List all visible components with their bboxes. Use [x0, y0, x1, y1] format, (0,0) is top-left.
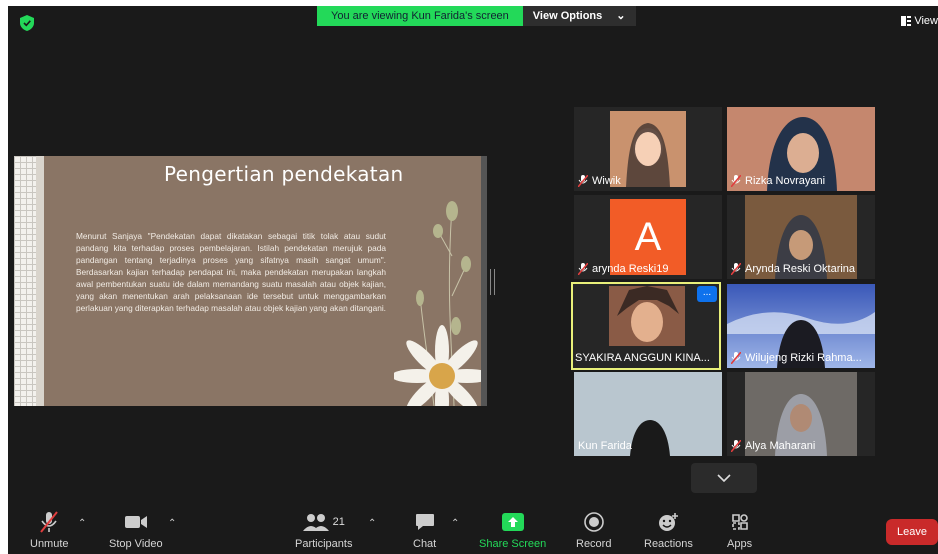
chat-button[interactable]: Chat — [413, 510, 436, 550]
view-options-label: View Options — [532, 10, 603, 22]
zoom-meeting-window: You are viewing Kun Farida's screen View… — [8, 6, 938, 554]
participant-name-label: arynda Reski19 — [578, 263, 668, 275]
leave-button[interactable]: Leave — [886, 519, 938, 545]
screen-share-banner: You are viewing Kun Farida's screen View… — [317, 6, 636, 26]
participant-name-label: Wilujeng Rizki Rahma... — [731, 352, 862, 364]
chevron-down-icon: ⌄ — [616, 10, 626, 22]
participants-button[interactable]: 21 Participants — [295, 510, 352, 550]
participant-tile[interactable]: Arynda Reski Oktarina — [727, 195, 875, 279]
view-button[interactable]: View — [901, 15, 938, 27]
view-options-button[interactable]: View Options ⌄ — [522, 6, 636, 26]
view-button-label: View — [914, 15, 938, 27]
gallery-next-page-button[interactable] — [691, 463, 757, 493]
participant-name: Alya Maharani — [745, 440, 816, 452]
chat-bubble-icon — [415, 514, 434, 530]
shared-screen-slide: Pengertian pendekatan Menurut Sanjaya "P… — [14, 156, 487, 406]
participants-count: 21 — [332, 516, 345, 528]
record-label: Record — [576, 538, 612, 550]
participant-tile[interactable]: Alya Maharani — [727, 372, 875, 456]
participant-name-label: Alya Maharani — [731, 440, 815, 452]
muted-mic-icon — [578, 175, 588, 187]
unmute-label: Unmute — [30, 538, 69, 550]
unmute-button[interactable]: Unmute — [30, 510, 69, 550]
security-shield-icon[interactable] — [20, 15, 34, 31]
slide-edge-bar — [481, 156, 487, 406]
participant-name: Wilujeng Rizki Rahma... — [745, 352, 862, 364]
participant-tile-active-speaker[interactable]: ... SYAKIRA ANGGUN KINA... — [571, 282, 721, 370]
muted-mic-icon — [731, 440, 741, 452]
viewing-screen-label: You are viewing Kun Farida's screen — [317, 6, 523, 26]
muted-mic-icon — [731, 263, 741, 275]
participant-name: arynda Reski19 — [592, 263, 669, 275]
more-options-button[interactable]: ... — [697, 286, 717, 302]
audio-options-caret-icon[interactable]: ⌃ — [78, 518, 86, 529]
participant-tile[interactable]: Rizka Novrayani — [727, 107, 875, 191]
reactions-button[interactable]: Reactions — [644, 510, 693, 550]
share-screen-icon — [501, 513, 524, 531]
participant-tile[interactable]: Kun Farida — [574, 372, 722, 456]
participant-name: Wiwik — [592, 175, 621, 187]
dried-flowers-decoration — [394, 201, 484, 406]
participants-options-caret-icon[interactable]: ⌃ — [368, 518, 376, 529]
muted-microphone-icon — [40, 511, 59, 533]
participants-label: Participants — [295, 538, 353, 550]
slide-title: Pengertian pendekatan — [164, 162, 404, 186]
participant-name: SYAKIRA ANGGUN KINA... — [575, 352, 710, 364]
participant-name-label: Arynda Reski Oktarina — [731, 263, 855, 275]
participant-name-label: Rizka Novrayani — [731, 175, 825, 187]
resize-handle[interactable] — [490, 269, 495, 295]
participants-icon — [302, 514, 329, 531]
view-layout-icon — [901, 16, 912, 26]
participant-tile[interactable]: Wilujeng Rizki Rahma... — [727, 284, 875, 368]
slide-body-text: Menurut Sanjaya "Pendekatan dapat dikata… — [76, 231, 386, 313]
participant-name-label: SYAKIRA ANGGUN KINA... — [575, 352, 710, 364]
reactions-label: Reactions — [644, 538, 693, 550]
participant-tile[interactable]: Wiwik — [574, 107, 722, 191]
share-screen-button[interactable]: Share Screen — [479, 510, 546, 550]
stop-video-label: Stop Video — [109, 538, 163, 550]
participant-video-feed — [609, 286, 685, 346]
participant-name-label: Kun Farida — [578, 440, 632, 452]
share-screen-label: Share Screen — [479, 538, 547, 550]
participant-tile[interactable]: A arynda Reski19 — [574, 195, 722, 279]
record-button[interactable]: Record — [576, 510, 611, 550]
participant-name: Kun Farida — [578, 440, 632, 452]
participant-name: Arynda Reski Oktarina — [745, 263, 856, 275]
participant-name-label: Wiwik — [578, 175, 621, 187]
chevron-down-icon — [717, 474, 731, 482]
muted-mic-icon — [731, 352, 741, 364]
video-options-caret-icon[interactable]: ⌃ — [168, 518, 176, 529]
apps-icon — [731, 514, 748, 530]
reactions-smiley-icon — [659, 513, 679, 531]
muted-mic-icon — [731, 175, 741, 187]
apps-button[interactable]: Apps — [727, 510, 752, 550]
meeting-toolbar: Unmute ⌃ Stop Video ⌃ 21 Participants ⌃ … — [8, 504, 938, 554]
video-camera-icon — [124, 516, 147, 528]
participant-video-feed — [610, 111, 686, 187]
chat-options-caret-icon[interactable]: ⌃ — [451, 518, 459, 529]
apps-label: Apps — [727, 538, 753, 550]
slide-torn-edge — [36, 156, 44, 406]
muted-mic-icon — [578, 263, 588, 275]
record-icon — [583, 512, 604, 532]
slide-grid-paper — [14, 156, 38, 406]
chat-label: Chat — [413, 538, 437, 550]
participant-name: Rizka Novrayani — [745, 175, 826, 187]
stop-video-button[interactable]: Stop Video — [109, 510, 163, 550]
